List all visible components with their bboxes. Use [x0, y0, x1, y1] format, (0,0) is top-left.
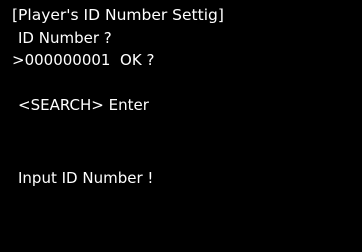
input-hint: Input ID Number !	[18, 169, 154, 187]
id-entry-row[interactable]: >000000001 OK ?	[12, 51, 154, 69]
screen-title: [Player's ID Number Settig]	[12, 6, 224, 24]
ok-confirm[interactable]: OK ?	[120, 51, 154, 69]
id-number-prompt: ID Number ?	[18, 29, 112, 47]
selection-cursor: >	[12, 51, 25, 69]
id-number-value[interactable]: 000000001	[25, 51, 111, 69]
search-option[interactable]: <SEARCH> Enter	[18, 96, 149, 114]
entry-spacer	[110, 51, 120, 69]
id-setting-screen: [Player's ID Number Settig] ID Number ? …	[0, 0, 362, 252]
